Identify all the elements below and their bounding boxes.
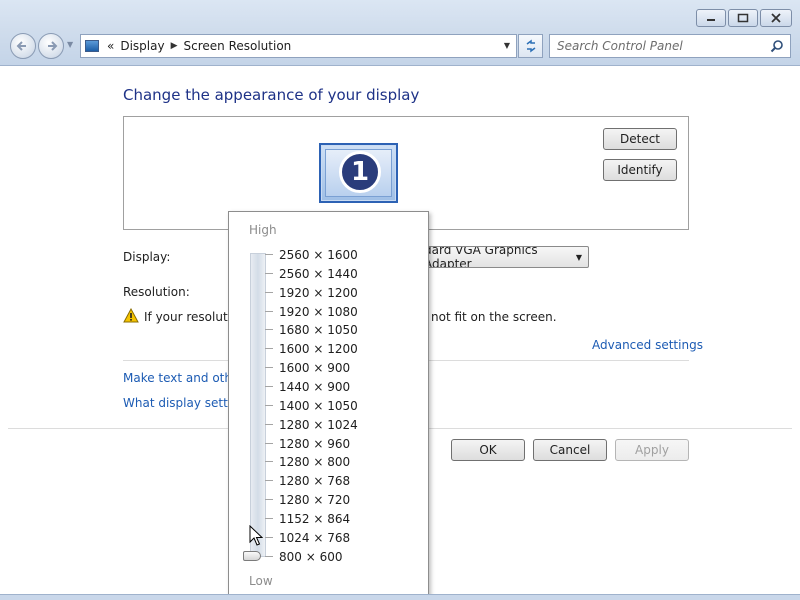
address-bar[interactable]: « Display ▶ Screen Resolution ▼: [80, 34, 517, 58]
maximize-button[interactable]: [728, 9, 758, 27]
window-bottom-border: [0, 594, 800, 600]
apply-button[interactable]: Apply: [615, 439, 689, 461]
slider-tick: [265, 499, 273, 501]
monitor-number: 1: [339, 151, 381, 193]
page-title: Change the appearance of your display: [123, 86, 420, 104]
resolution-option[interactable]: 1600 × 1200: [279, 342, 358, 356]
slider-tick: [265, 254, 273, 255]
refresh-icon: [526, 39, 535, 53]
slider-tick: [265, 442, 273, 444]
resolution-option[interactable]: 1152 × 864: [279, 512, 350, 526]
resolution-option[interactable]: 1280 × 768: [279, 474, 350, 488]
slider-tick: [265, 404, 273, 406]
breadcrumb-separator-icon[interactable]: ▶: [171, 41, 178, 51]
slider-tick: [265, 480, 273, 482]
resolution-option[interactable]: 1600 × 900: [279, 361, 350, 375]
slider-tick: [265, 329, 273, 331]
slider-tick: [265, 310, 273, 312]
slider-tick: [265, 423, 273, 425]
forward-arrow-icon: [48, 41, 58, 51]
back-button[interactable]: [10, 33, 36, 59]
control-panel-icon: [85, 40, 99, 52]
slider-tick: [265, 385, 273, 387]
search-icon[interactable]: [770, 39, 784, 57]
resolution-option[interactable]: 2560 × 1600: [279, 248, 358, 262]
search-box[interactable]: [549, 34, 791, 58]
display-label: Display:: [123, 250, 171, 264]
address-dropdown-icon[interactable]: ▼: [504, 41, 510, 50]
resolution-option[interactable]: 1024 × 768: [279, 531, 350, 545]
minimize-icon: [707, 19, 715, 21]
breadcrumb-screen-resolution[interactable]: Screen Resolution: [184, 39, 292, 53]
slider-tick: [265, 272, 273, 274]
resolution-option[interactable]: 1400 × 1050: [279, 399, 358, 413]
slider-tick: [265, 461, 273, 463]
advanced-settings-link[interactable]: Advanced settings: [592, 338, 703, 352]
resolution-option[interactable]: 1920 × 1200: [279, 286, 358, 300]
warning-text-end: not fit on the screen.: [431, 310, 557, 324]
search-input[interactable]: [557, 39, 757, 53]
high-label: High: [249, 223, 277, 237]
resolution-option[interactable]: 1680 × 1050: [279, 323, 358, 337]
recent-pages-dropdown[interactable]: ▼: [67, 40, 73, 49]
ok-button[interactable]: OK: [451, 439, 525, 461]
resolution-option[interactable]: 800 × 600: [279, 550, 343, 564]
resolution-option[interactable]: 1280 × 720: [279, 493, 350, 507]
slider-tick: [265, 291, 273, 293]
resolution-label: Resolution:: [123, 285, 190, 299]
slider-tick: [265, 536, 273, 538]
resolution-option[interactable]: 2560 × 1440: [279, 267, 358, 281]
low-label: Low: [249, 574, 273, 588]
detect-button[interactable]: Detect: [603, 128, 677, 150]
slider-tick: [265, 348, 273, 350]
window-controls: [696, 9, 792, 27]
resolution-slider-thumb[interactable]: [243, 551, 261, 561]
cancel-button[interactable]: Cancel: [533, 439, 607, 461]
display-select-value: dard VGA Graphics Adapter: [424, 246, 538, 268]
back-arrow-icon: [16, 41, 26, 51]
minimize-button[interactable]: [696, 9, 726, 27]
refresh-button[interactable]: [518, 34, 543, 58]
slider-tick: [265, 555, 273, 557]
address-root-chevron[interactable]: «: [107, 39, 114, 53]
text-size-link[interactable]: Make text and other: [123, 371, 244, 385]
display-select[interactable]: dard VGA Graphics Adapter ▼: [415, 246, 589, 268]
resolution-slider-track[interactable]: [250, 253, 266, 557]
resolution-option[interactable]: 1440 × 900: [279, 380, 350, 394]
resolution-option[interactable]: 1280 × 800: [279, 455, 350, 469]
resolution-slider-popup: High 2560 × 1600 2560 × 1440 1920 × 1200 19…: [228, 211, 429, 600]
warning-text-start: If your resolutio: [144, 310, 239, 324]
resolution-option[interactable]: 1280 × 1024: [279, 418, 358, 432]
resolution-option[interactable]: 1920 × 1080: [279, 305, 358, 319]
close-icon: [771, 13, 781, 23]
monitor-1-icon[interactable]: 1: [319, 143, 398, 203]
breadcrumb-display[interactable]: Display: [120, 39, 164, 53]
identify-button[interactable]: Identify: [603, 159, 677, 181]
mouse-cursor-icon: [249, 525, 263, 546]
slider-tick: [265, 367, 273, 369]
forward-button[interactable]: [38, 33, 64, 59]
maximize-icon: [737, 13, 749, 23]
resolution-option[interactable]: 1280 × 960: [279, 437, 350, 451]
close-button[interactable]: [760, 9, 792, 27]
chevron-down-icon: ▼: [575, 253, 582, 262]
warning-icon: [123, 308, 139, 323]
slider-tick: [265, 517, 273, 519]
